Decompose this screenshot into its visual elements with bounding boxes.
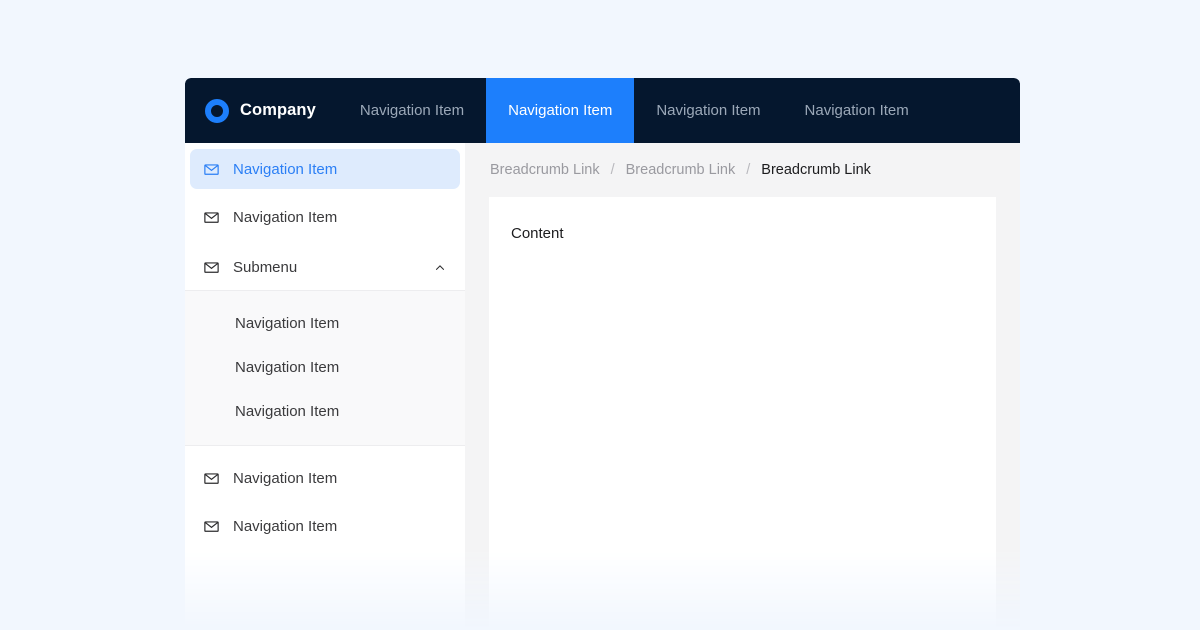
brand-logo[interactable]: Company	[185, 78, 338, 143]
sidebar-submenu-item-3-label: Navigation Item	[235, 402, 340, 420]
sidebar-submenu-item-1[interactable]: Navigation Item	[185, 301, 465, 345]
content-card: Content	[489, 197, 996, 630]
sidebar-item-2[interactable]: Navigation Item	[190, 197, 460, 237]
content-area: Breadcrumb Link / Breadcrumb Link / Brea…	[465, 143, 1020, 630]
sidebar-submenu-item-2-label: Navigation Item	[235, 358, 340, 376]
sidebar-item-3-label: Navigation Item	[233, 469, 338, 487]
brand-name: Company	[240, 101, 316, 119]
topnav-item-2-label: Navigation Item	[508, 102, 613, 119]
mail-icon	[203, 209, 220, 226]
sidebar-submenu-label: Submenu	[233, 259, 298, 276]
breadcrumb-separator-1: /	[610, 162, 615, 178]
sidebar-item-4-label: Navigation Item	[233, 517, 338, 535]
sidebar-submenu-list: Navigation Item Navigation Item Navigati…	[185, 291, 465, 446]
topnav-item-1-label: Navigation Item	[359, 102, 465, 119]
breadcrumb-link-1[interactable]: Breadcrumb Link	[490, 162, 600, 178]
ring-logo-icon	[205, 98, 229, 123]
topnav-item-3-label: Navigation Item	[656, 102, 761, 119]
topnav-item-3[interactable]: Navigation Item	[634, 78, 782, 143]
sidebar-bottom-group: Navigation Item Navigation Item	[185, 446, 465, 546]
breadcrumb: Breadcrumb Link / Breadcrumb Link / Brea…	[489, 143, 996, 197]
breadcrumb-separator-2: /	[746, 162, 751, 178]
sidebar: Navigation Item Navigation Item Submenu …	[185, 143, 465, 630]
topnav-item-4-label: Navigation Item	[804, 102, 909, 119]
mail-icon	[203, 259, 220, 276]
sidebar-submenu-item-2[interactable]: Navigation Item	[185, 345, 465, 389]
sidebar-item-1-active[interactable]: Navigation Item	[190, 149, 460, 189]
mail-icon	[203, 470, 220, 487]
topnav-item-4[interactable]: Navigation Item	[783, 78, 931, 143]
chevron-up-icon[interactable]	[433, 261, 447, 275]
mail-icon	[203, 518, 220, 535]
mail-icon	[203, 161, 220, 178]
breadcrumb-link-2[interactable]: Breadcrumb Link	[626, 162, 736, 178]
sidebar-item-1-label: Navigation Item	[233, 160, 338, 178]
app-body: Navigation Item Navigation Item Submenu …	[185, 143, 1020, 630]
sidebar-item-4[interactable]: Navigation Item	[190, 506, 460, 546]
content-body-text: Content	[511, 225, 564, 242]
top-navigation-bar: Company Navigation Item Navigation Item …	[185, 78, 1020, 143]
sidebar-submenu-item-3[interactable]: Navigation Item	[185, 389, 465, 433]
sidebar-item-2-label: Navigation Item	[233, 208, 338, 226]
app-window: Company Navigation Item Navigation Item …	[185, 78, 1020, 630]
topnav-item-2-active[interactable]: Navigation Item	[486, 78, 635, 143]
sidebar-submenu-item-1-label: Navigation Item	[235, 314, 340, 332]
sidebar-submenu-toggle[interactable]: Submenu	[185, 245, 465, 291]
sidebar-item-3[interactable]: Navigation Item	[190, 458, 460, 498]
topnav-item-1[interactable]: Navigation Item	[338, 78, 486, 143]
breadcrumb-current: Breadcrumb Link	[761, 162, 871, 178]
